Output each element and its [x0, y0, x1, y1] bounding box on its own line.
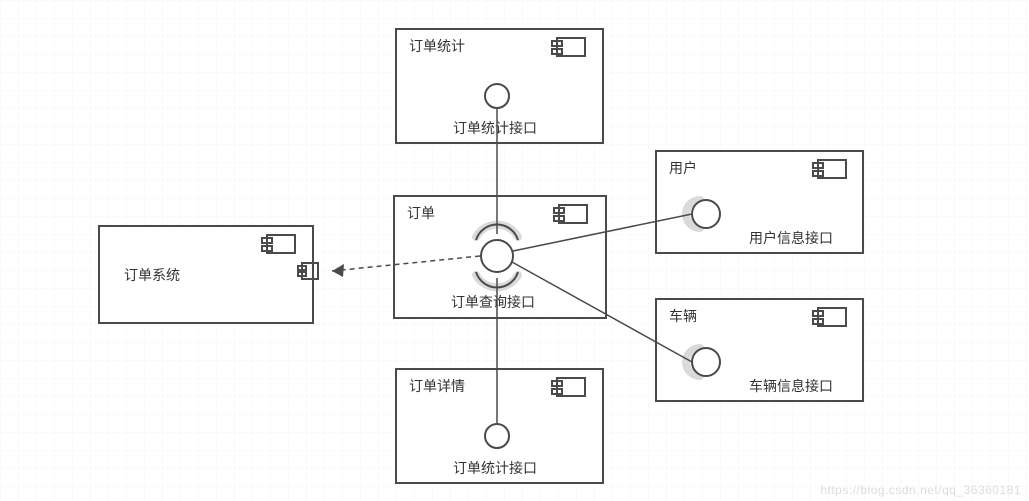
order-detail-interface-label: 订单统计接口	[453, 458, 537, 478]
component-order-stats: 订单统计 订单统计接口	[395, 28, 604, 144]
watermark: https://blog.csdn.net/qq_36360181	[820, 483, 1021, 497]
order-title: 订单	[407, 203, 435, 223]
vehicle-title: 车辆	[669, 306, 697, 326]
component-order-detail: 订单详情 订单统计接口	[395, 368, 604, 484]
order-detail-title: 订单详情	[409, 376, 465, 396]
order-interface-label: 订单查询接口	[451, 292, 535, 312]
component-vehicle: 车辆 车辆信息接口	[655, 298, 864, 402]
vehicle-interface-label: 车辆信息接口	[749, 376, 833, 396]
user-title: 用户	[669, 158, 697, 178]
diagram-canvas: 订单系统 订单统计 订单统计接口 订单 订单查询接口 订单详情 订单统计接口 用…	[0, 0, 1029, 501]
component-order-system: 订单系统	[98, 225, 314, 324]
order-system-title: 订单系统	[124, 265, 180, 285]
user-interface-label: 用户信息接口	[749, 228, 833, 248]
component-order: 订单 订单查询接口	[393, 195, 607, 319]
component-user: 用户 用户信息接口	[655, 150, 864, 254]
order-stats-interface-label: 订单统计接口	[453, 118, 537, 138]
order-stats-title: 订单统计	[409, 36, 465, 56]
